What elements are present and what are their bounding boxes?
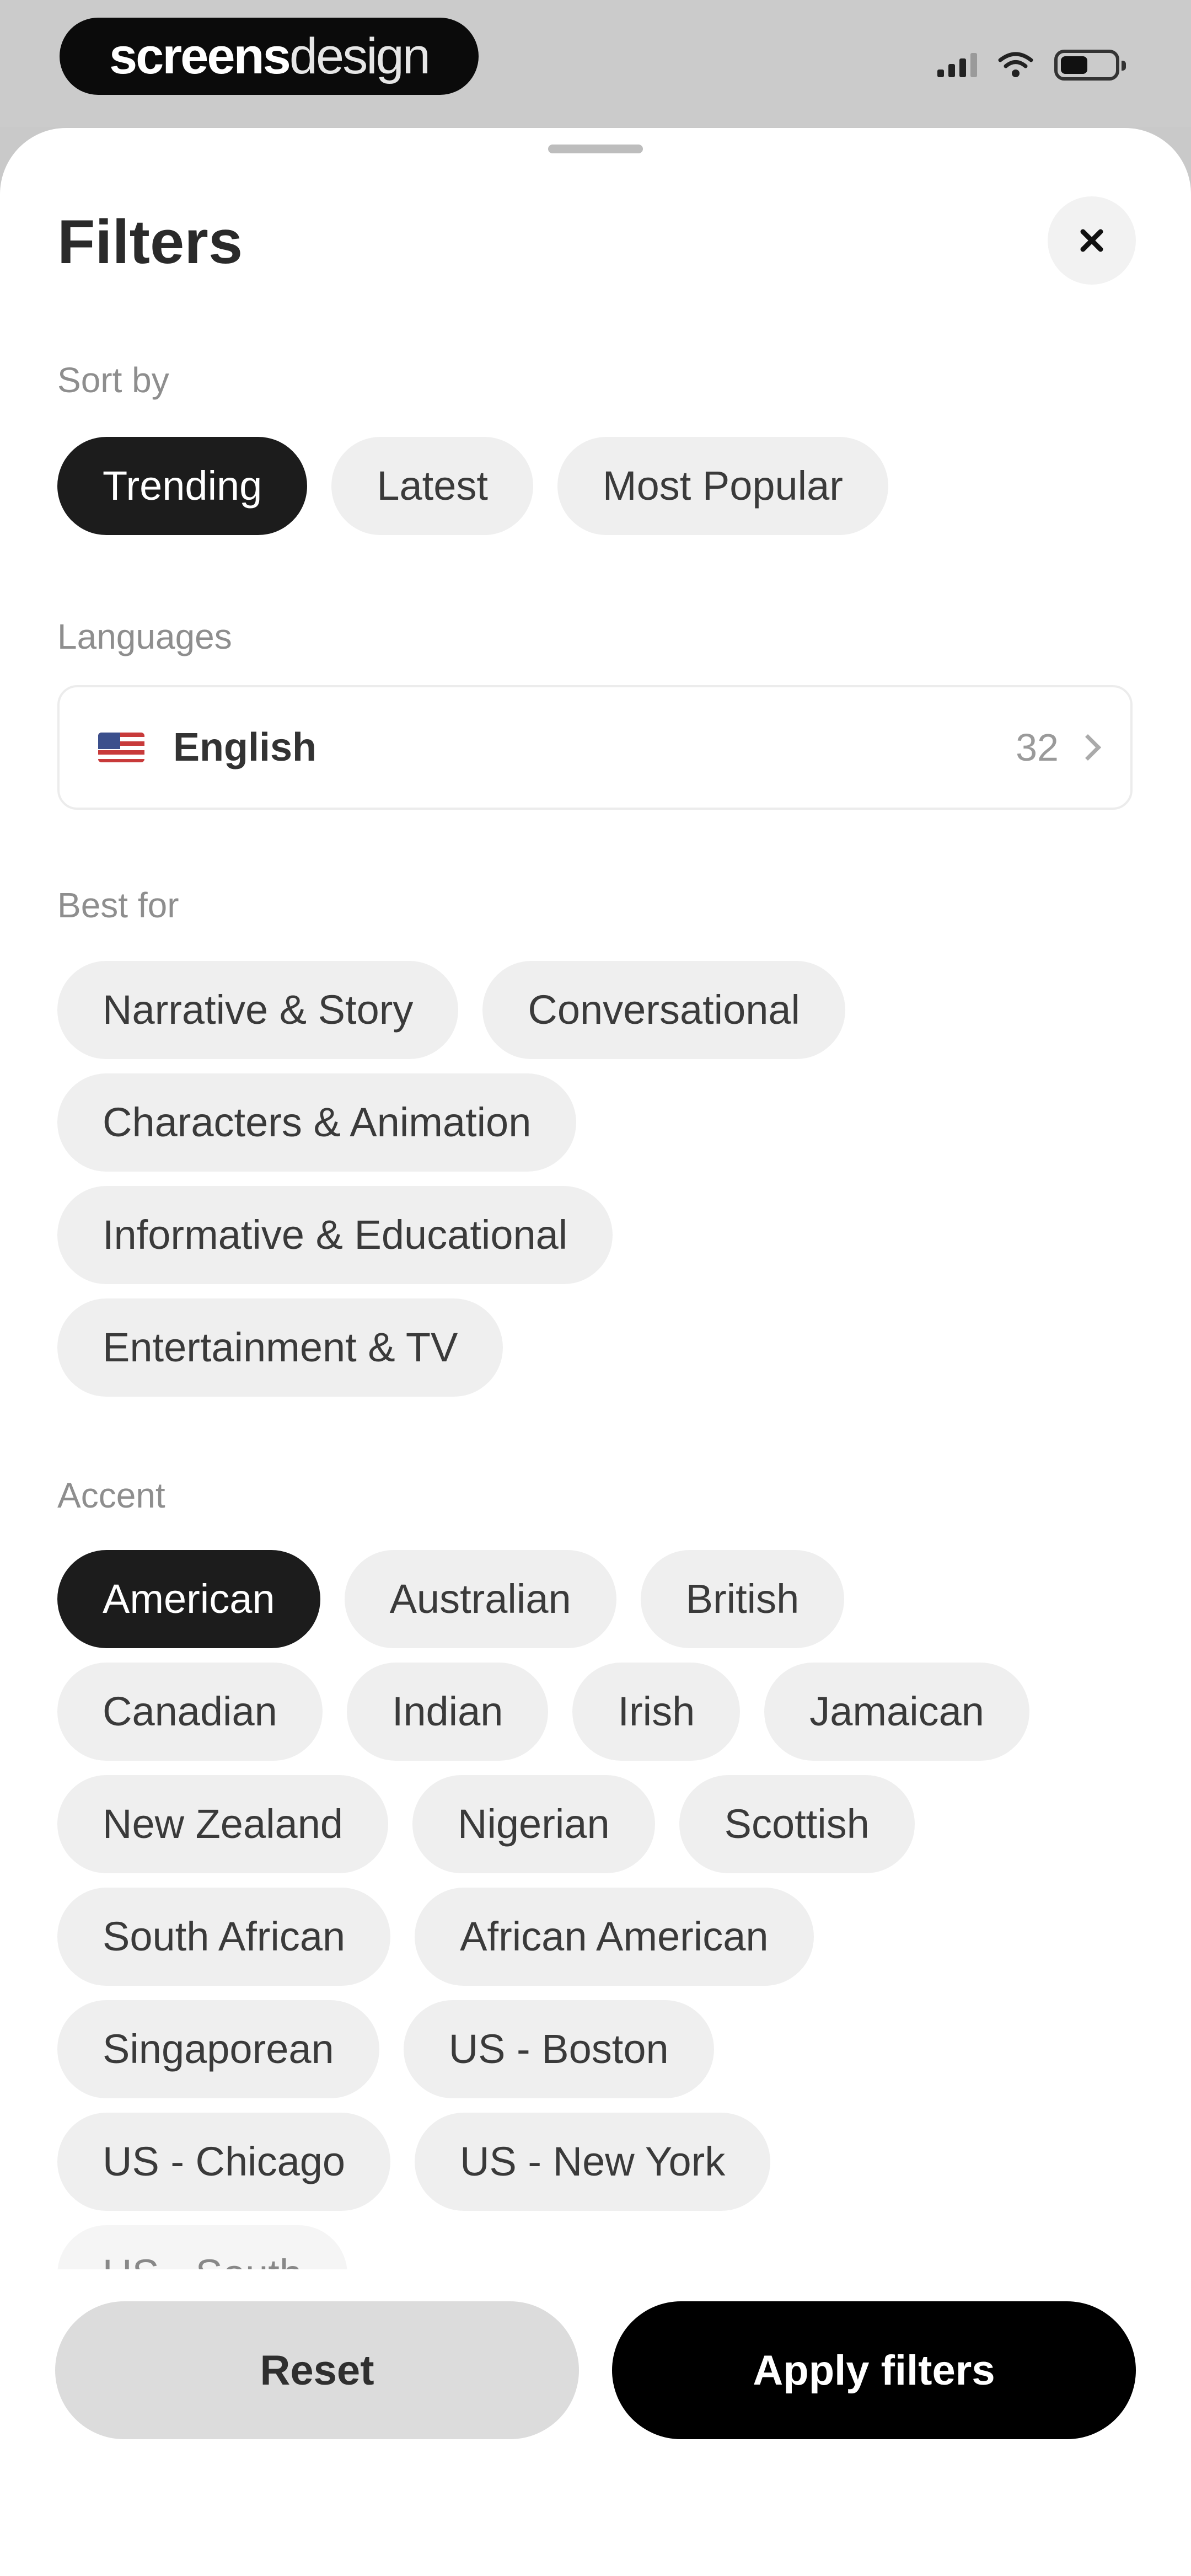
close-icon (1080, 229, 1103, 252)
filters-sheet: Filters Sort by Trending Latest Most Pop… (0, 128, 1191, 2576)
sort-by-label: Sort by (57, 360, 169, 400)
accent-label: Accent (57, 1476, 165, 1515)
accent-chip[interactable]: US - New York (415, 2113, 771, 2211)
accent-chip[interactable]: US - Boston (403, 2000, 714, 2098)
close-button[interactable] (1048, 196, 1136, 285)
accent-chip[interactable]: Australian (344, 1550, 616, 1648)
language-count: 32 (1016, 726, 1059, 769)
sort-chip-most-popular[interactable]: Most Popular (557, 437, 888, 535)
sort-by-options: Trending Latest Most Popular (57, 437, 1138, 535)
sheet-title: Filters (57, 207, 243, 276)
sort-chip-latest[interactable]: Latest (331, 437, 533, 535)
cellular-signal-icon (937, 53, 977, 77)
accent-chip[interactable]: South African (57, 1888, 391, 1986)
accent-chip[interactable]: US - Chicago (57, 2113, 391, 2211)
status-bar: screens design (0, 0, 1191, 127)
accent-options: American Australian British Canadian Ind… (57, 1550, 1138, 2323)
accent-chip[interactable]: African American (415, 1888, 814, 1986)
brand-logo-light: design (289, 28, 431, 84)
language-selected: English (173, 725, 317, 769)
battery-icon (1054, 50, 1126, 81)
best-for-chip[interactable]: Informative & Educational (57, 1186, 613, 1284)
accent-chip[interactable]: Canadian (57, 1663, 323, 1761)
languages-label: Languages (57, 617, 232, 656)
best-for-chip[interactable]: Entertainment & TV (57, 1298, 503, 1397)
accent-chip[interactable]: Jamaican (764, 1663, 1029, 1761)
brand-logo: screens design (60, 18, 479, 95)
reset-button[interactable]: Reset (55, 2301, 579, 2439)
accent-chip[interactable]: Singaporean (57, 2000, 379, 2098)
accent-chip[interactable]: Scottish (679, 1775, 915, 1873)
us-flag-icon (98, 733, 144, 762)
wifi-icon (998, 52, 1033, 77)
accent-chip[interactable]: New Zealand (57, 1775, 389, 1873)
best-for-chip[interactable]: Narrative & Story (57, 961, 459, 1059)
system-icons (937, 50, 1126, 81)
best-for-options: Narrative & Story Conversational Charact… (57, 961, 1138, 1397)
brand-logo-bold: screens (109, 28, 291, 84)
best-for-chip[interactable]: Conversational (482, 961, 846, 1059)
accent-chip[interactable]: Nigerian (412, 1775, 655, 1873)
accent-chip[interactable]: Indian (346, 1663, 549, 1761)
best-for-label: Best for (57, 885, 179, 925)
chevron-right-icon (1074, 734, 1102, 761)
best-for-chip[interactable]: Characters & Animation (57, 1073, 577, 1172)
sort-chip-trending[interactable]: Trending (57, 437, 308, 535)
apply-filters-button[interactable]: Apply filters (612, 2301, 1136, 2439)
sheet-grabber[interactable] (548, 145, 643, 153)
language-selector[interactable]: English 32 (57, 685, 1133, 810)
accent-chip[interactable]: Irish (572, 1663, 741, 1761)
accent-chip-american[interactable]: American (57, 1550, 320, 1648)
accent-chip[interactable]: British (640, 1550, 845, 1648)
